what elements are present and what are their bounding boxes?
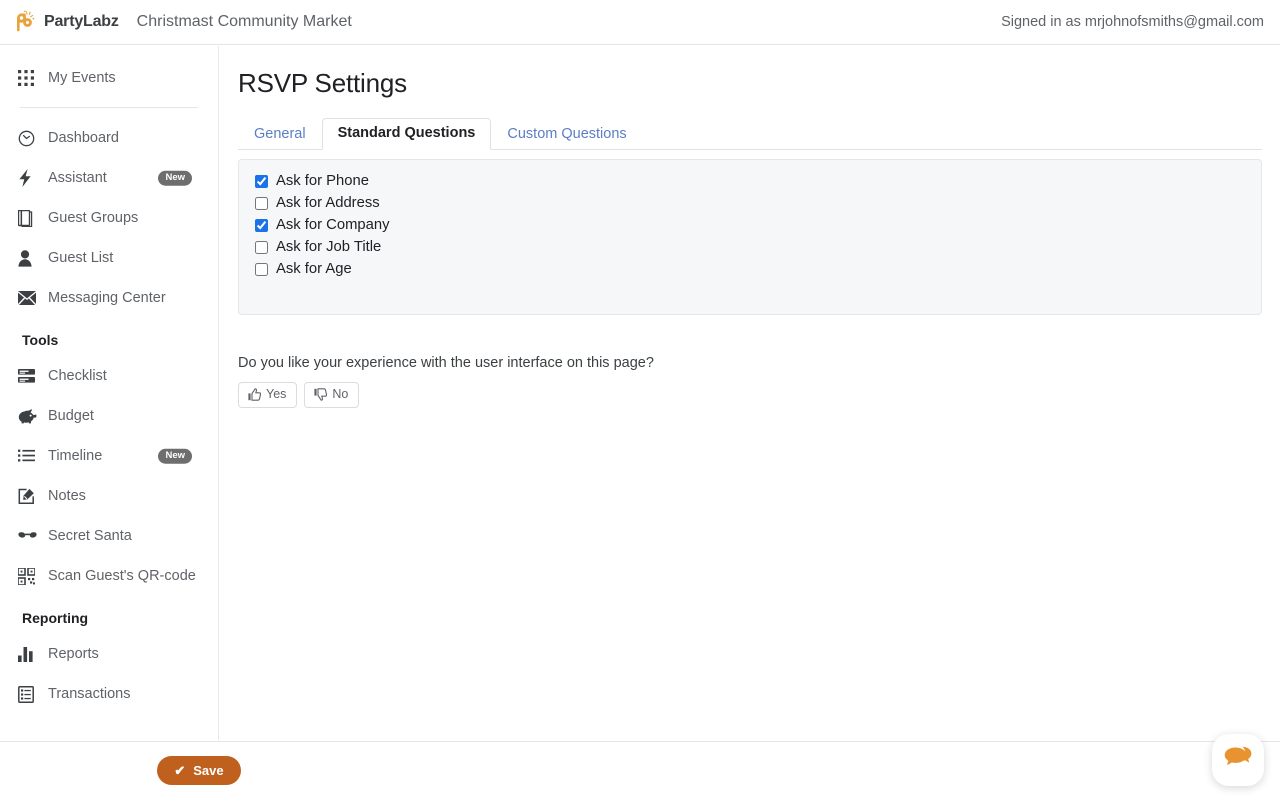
sidebar-divider <box>20 107 198 108</box>
checkbox-label[interactable]: Ask for Phone <box>276 173 369 189</box>
sidebar-item-label: Budget <box>48 408 94 424</box>
checkbox-ask-for-address[interactable] <box>255 196 268 210</box>
sidebar-item-label: Timeline <box>48 448 103 464</box>
bottom-action-bar: ✔ Save <box>0 741 1280 800</box>
edit-note-icon <box>18 486 40 506</box>
sidebar: My Events Dashboard Assistant New Guest … <box>0 46 219 740</box>
sidebar-item-assistant[interactable]: Assistant New <box>0 158 218 198</box>
sidebar-item-label: Checklist <box>48 368 107 384</box>
sidebar-item-reports[interactable]: Reports <box>0 634 218 674</box>
sidebar-item-transactions[interactable]: Transactions <box>0 674 218 714</box>
tab-standard-questions[interactable]: Standard Questions <box>321 117 492 150</box>
checkbox-row-ask-for-address[interactable]: Ask for Address <box>255 192 1261 214</box>
sidebar-item-budget[interactable]: Budget <box>0 396 218 436</box>
glasses-icon <box>18 526 40 546</box>
checkbox-row-ask-for-phone[interactable]: Ask for Phone <box>255 170 1261 192</box>
top-bar: PartyLabz Christmast Community Market Si… <box>0 0 1280 45</box>
sidebar-item-guest-groups[interactable]: Guest Groups <box>0 198 218 238</box>
qr-code-icon <box>18 566 40 586</box>
new-badge: New <box>158 448 192 464</box>
main-content: RSVP Settings General Standard Questions… <box>220 46 1280 740</box>
sidebar-item-label: Transactions <box>48 686 131 702</box>
sidebar-item-secret-santa[interactable]: Secret Santa <box>0 516 218 556</box>
thumbs-up-icon <box>248 388 261 402</box>
sidebar-item-notes[interactable]: Notes <box>0 476 218 516</box>
feedback-yes-button[interactable]: Yes <box>238 382 298 408</box>
sidebar-item-label: Scan Guest's QR-code <box>48 568 196 584</box>
checklist-icon <box>18 366 40 386</box>
sidebar-item-timeline[interactable]: Timeline New <box>0 436 218 476</box>
feedback-no-label: No <box>332 387 349 401</box>
sidebar-item-label: Guest Groups <box>48 210 139 226</box>
sidebar-heading-reporting: Reporting <box>22 610 89 626</box>
event-title: Christmast Community Market <box>136 13 352 30</box>
sidebar-item-label: Notes <box>48 488 86 504</box>
page-title: RSVP Settings <box>238 68 407 98</box>
partylabz-logo-icon <box>12 9 38 35</box>
sidebar-item-label: Dashboard <box>48 130 119 146</box>
envelope-icon <box>18 288 40 308</box>
grid-icon <box>18 68 40 88</box>
piggy-bank-icon <box>18 406 40 426</box>
sidebar-heading-tools: Tools <box>22 332 59 348</box>
sidebar-item-guest-list[interactable]: Guest List <box>0 238 218 278</box>
checkbox-ask-for-phone[interactable] <box>255 174 268 188</box>
feedback-question: Do you like your experience with the use… <box>238 355 654 371</box>
brand-logo[interactable]: PartyLabz <box>0 9 119 35</box>
bolt-icon <box>18 168 40 188</box>
chat-support-button[interactable] <box>1212 734 1264 786</box>
checkbox-ask-for-company[interactable] <box>255 218 268 232</box>
sidebar-item-messaging-center[interactable]: Messaging Center <box>0 278 218 318</box>
checkbox-row-ask-for-job-title[interactable]: Ask for Job Title <box>255 236 1261 258</box>
checkbox-label[interactable]: Ask for Company <box>276 217 389 233</box>
sidebar-item-label: Messaging Center <box>48 290 166 306</box>
thumbs-down-icon <box>314 388 328 402</box>
sidebar-item-dashboard[interactable]: Dashboard <box>0 118 218 158</box>
checkbox-ask-for-job-title[interactable] <box>255 240 268 254</box>
checkbox-label[interactable]: Ask for Address <box>276 195 380 211</box>
feedback-yes-label: Yes <box>266 387 287 401</box>
chat-bubbles-icon <box>1224 746 1252 775</box>
sidebar-item-scan-qr-code[interactable]: Scan Guest's QR-code <box>0 556 218 596</box>
tab-custom-questions[interactable]: Custom Questions <box>491 119 642 151</box>
book-icon <box>18 208 40 228</box>
brand-name: PartyLabz <box>44 13 119 30</box>
checkbox-row-ask-for-company[interactable]: Ask for Company <box>255 214 1261 236</box>
clock-icon <box>18 128 40 148</box>
save-button-label: Save <box>193 763 224 778</box>
list-icon <box>18 446 40 466</box>
sidebar-item-my-events[interactable]: My Events <box>0 58 218 98</box>
standard-questions-panel: Ask for Phone Ask for Address Ask for Co… <box>238 159 1262 315</box>
check-icon: ✔ <box>174 763 186 778</box>
receipt-icon <box>18 684 40 704</box>
sidebar-item-checklist[interactable]: Checklist <box>0 356 218 396</box>
signed-in-label: Signed in as mrjohnofsmiths@gmail.com <box>1001 14 1264 30</box>
bar-chart-icon <box>18 644 40 664</box>
sidebar-item-label: Guest List <box>48 250 114 266</box>
tab-bar: General Standard Questions Custom Questi… <box>238 117 1262 150</box>
checkbox-row-ask-for-age[interactable]: Ask for Age <box>255 258 1261 280</box>
feedback-no-button[interactable]: No <box>304 382 360 408</box>
person-icon <box>18 248 40 268</box>
new-badge: New <box>158 170 192 186</box>
checkbox-label[interactable]: Ask for Job Title <box>276 239 381 255</box>
checkbox-ask-for-age[interactable] <box>255 262 268 276</box>
checkbox-label[interactable]: Ask for Age <box>276 261 352 277</box>
sidebar-item-label: Reports <box>48 646 99 662</box>
sidebar-item-label: My Events <box>48 70 116 86</box>
sidebar-item-label: Assistant <box>48 170 107 186</box>
feedback-buttons: Yes No <box>238 382 1280 408</box>
save-button[interactable]: ✔ Save <box>157 756 241 785</box>
sidebar-item-label: Secret Santa <box>48 528 132 544</box>
tab-general[interactable]: General <box>238 119 322 151</box>
